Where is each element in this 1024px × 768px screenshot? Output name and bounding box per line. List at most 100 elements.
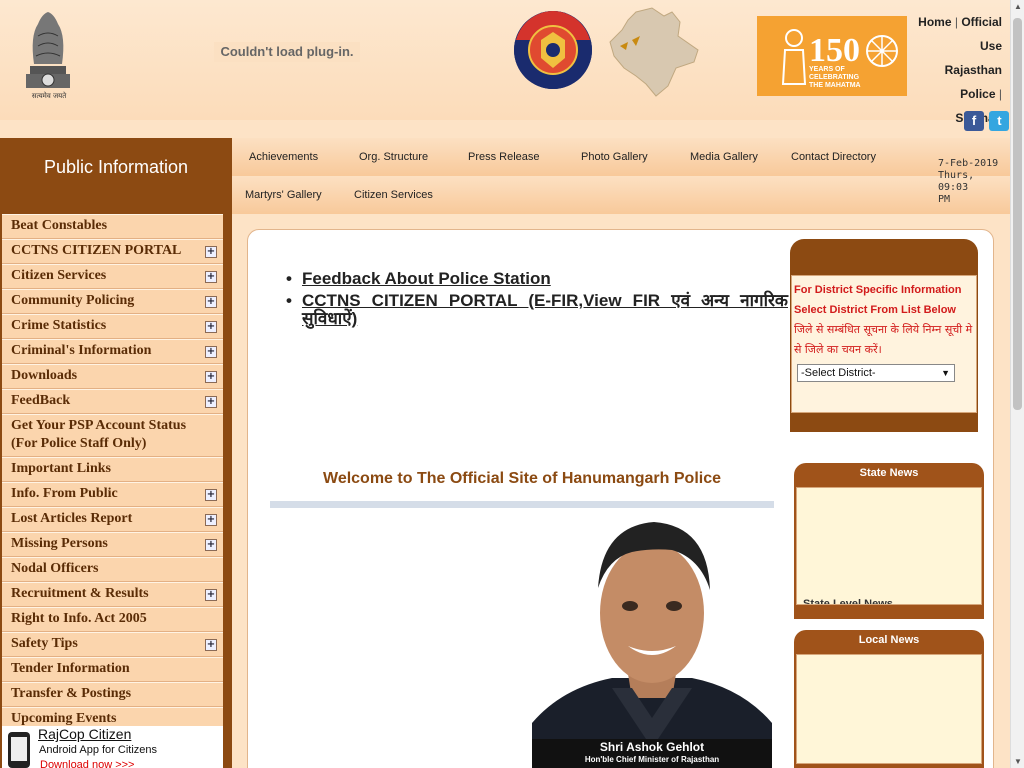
expand-plus-icon[interactable]: + [205, 539, 217, 551]
quick-links-list: Feedback About Police Station CCTNS CITI… [286, 270, 788, 332]
expand-plus-icon[interactable]: + [205, 514, 217, 526]
emblem-caption: सत्यमेव जयते [31, 92, 67, 100]
menu-item-label: Nodal Officers [11, 561, 99, 576]
rajasthan-police-link[interactable]: Rajasthan Police [945, 63, 1002, 101]
rajasthan-police-logo [514, 11, 592, 89]
banner-number: 150 [809, 32, 860, 69]
menu-item[interactable]: Safety Tips + [2, 632, 223, 657]
state-news-ticker[interactable]: State Level News [803, 598, 893, 604]
rajcop-app-promo[interactable]: RajCop Citizen Android App for Citizens … [2, 726, 223, 768]
menu-item-label: Recruitment & Results [11, 586, 149, 601]
menu-item[interactable]: Crime Statistics + [2, 314, 223, 339]
menu-item-label: Downloads [11, 368, 78, 383]
scroll-up-arrow-icon[interactable]: ▲ [1014, 2, 1022, 11]
expand-plus-icon[interactable]: + [205, 639, 217, 651]
expand-plus-icon[interactable]: + [205, 246, 217, 258]
menu-item[interactable]: Downloads + [2, 364, 223, 389]
menu-item[interactable]: Recruitment & Results + [2, 582, 223, 607]
district-select-value: -Select District- [801, 367, 876, 379]
district-instructions-hindi: जिले से सम्बंधित सूचना के लिये निम्न सूच… [794, 323, 973, 356]
nav-photo-gallery[interactable]: Photo Gallery [581, 151, 648, 163]
nav-martyrs-gallery[interactable]: Martyrs' Gallery [245, 189, 322, 201]
expand-plus-icon[interactable]: + [205, 296, 217, 308]
nav-org-structure[interactable]: Org. Structure [359, 151, 428, 163]
menu-item-label: Community Policing [11, 293, 135, 308]
official-use-link[interactable]: Official Use [961, 15, 1002, 53]
gandhi-silhouette-icon [781, 29, 807, 85]
menu-item-label: Upcoming Events [11, 711, 117, 726]
state-news-panel: State News State Level News [794, 463, 984, 619]
nav-citizen-services[interactable]: Citizen Services [354, 189, 433, 201]
menu-item-label: CCTNS CITIZEN PORTAL [11, 243, 182, 258]
menu-item[interactable]: Get Your PSP Account Status (For Police … [2, 414, 223, 457]
menu-item[interactable]: Citizen Services + [2, 264, 223, 289]
district-instructions: For District Specific Information Select… [794, 284, 962, 316]
menu-item[interactable]: Important Links [2, 457, 223, 482]
mahatma-150-banner[interactable]: 150 YEARS OF CELEBRATING THE MAHATMA [757, 16, 907, 96]
menu-item-label: Right to Info. Act 2005 [11, 611, 147, 626]
district-selector-body: For District Specific Information Select… [791, 275, 977, 413]
menu-item-label: Lost Articles Report [11, 511, 133, 526]
expand-plus-icon[interactable]: + [205, 371, 217, 383]
ampm-line: PM [938, 194, 951, 205]
expand-plus-icon[interactable]: + [205, 396, 217, 408]
site-header: सत्यमेव जयते Couldn't load plug-in. 150 … [0, 0, 1010, 125]
menu-item[interactable]: Right to Info. Act 2005 [2, 607, 223, 632]
state-news-title: State News [859, 467, 919, 479]
page-scrollbar[interactable]: ▲ ▼ [1010, 0, 1024, 768]
menu-item[interactable]: Transfer & Postings [2, 682, 223, 707]
expand-plus-icon[interactable]: + [205, 321, 217, 333]
sidebar-title: Public Information [43, 157, 189, 177]
app-download-link[interactable]: Download now >>> [40, 759, 134, 768]
nav-media-gallery[interactable]: Media Gallery [690, 151, 758, 163]
scroll-down-arrow-icon[interactable]: ▼ [1014, 757, 1022, 766]
chief-minister-photo [532, 518, 772, 768]
nav-achievements[interactable]: Achievements [249, 151, 318, 163]
twitter-icon[interactable]: t [989, 111, 1010, 131]
home-link[interactable]: Home [918, 15, 951, 29]
expand-plus-icon[interactable]: + [205, 489, 217, 501]
link-separator: | [998, 87, 1002, 101]
phone-icon [8, 732, 30, 768]
menu-item-label: Missing Persons [11, 536, 108, 551]
expand-plus-icon[interactable]: + [205, 271, 217, 283]
menu-item[interactable]: CCTNS CITIZEN PORTAL + [2, 239, 223, 264]
social-links: f t [963, 111, 1010, 131]
welcome-divider [270, 501, 774, 508]
cctns-portal-link[interactable]: CCTNS CITIZEN PORTAL (E-FIR,View FIR एवं… [286, 292, 788, 328]
district-selector-box: For District Specific Information Select… [790, 239, 978, 432]
local-news-panel: Local News [794, 630, 984, 768]
menu-item[interactable]: Missing Persons + [2, 532, 223, 557]
app-title[interactable]: RajCop Citizen [38, 726, 131, 742]
chief-minister-caption: Shri Ashok Gehlot Hon'ble Chief Minister… [532, 739, 772, 768]
menu-item[interactable]: Beat Constables [2, 214, 223, 239]
date-line: 7-Feb-2019 [938, 158, 999, 169]
date-time-display: 7-Feb-2019 Thurs, 09:03 PM [938, 158, 1010, 206]
nav-contact-directory[interactable]: Contact Directory [791, 151, 876, 163]
menu-item-label: Criminal's Information [11, 343, 152, 358]
rajasthan-map-logo [609, 7, 699, 97]
facebook-icon[interactable]: f [964, 111, 984, 131]
expand-plus-icon[interactable]: + [205, 346, 217, 358]
menu-item[interactable]: Info. From Public + [2, 482, 223, 507]
public-info-menu: Beat Constables CCTNS CITIZEN PORTAL + Citi… [2, 214, 223, 732]
menu-item[interactable]: Criminal's Information + [2, 339, 223, 364]
menu-item[interactable]: Nodal Officers [2, 557, 223, 582]
nav-press-release[interactable]: Press Release [468, 151, 540, 163]
menu-item[interactable]: Community Policing + [2, 289, 223, 314]
charkha-wheel-icon [866, 35, 898, 67]
menu-item-label: Crime Statistics [11, 318, 107, 333]
menu-item[interactable]: Lost Articles Report + [2, 507, 223, 532]
local-news-title: Local News [858, 634, 920, 646]
district-select[interactable]: -Select District- ▼ [797, 364, 955, 382]
menu-item-label: Citizen Services [11, 268, 107, 283]
chief-minister-portrait-icon [532, 522, 772, 768]
menu-item[interactable]: Tender Information [2, 657, 223, 682]
top-navigation: Achievements Org. Structure Press Releas… [232, 138, 1010, 214]
dropdown-arrow-icon: ▼ [941, 368, 950, 378]
menu-item[interactable]: FeedBack + [2, 389, 223, 414]
menu-item-label: Important Links [11, 461, 111, 476]
feedback-police-station-link[interactable]: Feedback About Police Station [286, 270, 788, 289]
expand-plus-icon[interactable]: + [205, 589, 217, 601]
scroll-thumb[interactable] [1013, 18, 1022, 410]
